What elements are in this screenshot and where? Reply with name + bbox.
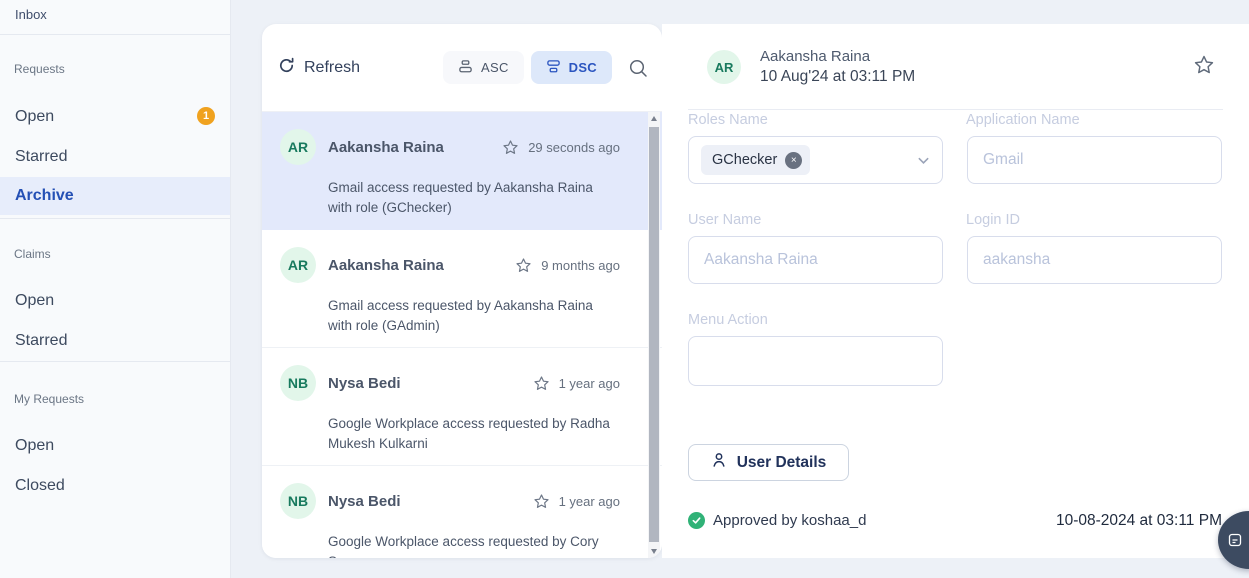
app-root: Inbox Requests Open 1 Starred Archive Cl… [0,0,1249,578]
request-description: Gmail access requested by Aakansha Raina… [328,296,620,336]
avatar: NB [280,483,316,519]
avatar: AR [280,129,316,165]
star-icon[interactable] [502,139,519,156]
user-details-button[interactable]: User Details [688,444,849,481]
user-name-label: User Name [688,212,761,228]
sidebar-section-my-requests: My Requests [0,391,230,407]
request-detail-panel: AR Aakansha Raina 10 Aug'24 at 03:11 PM … [662,24,1249,558]
requester-name: Aakansha Raina [328,139,502,156]
login-id-label: Login ID [966,212,1020,228]
menu-action-field[interactable] [688,336,943,386]
request-list-item[interactable]: AR Aakansha Raina 9 months ago Gmail acc… [262,230,662,348]
star-icon[interactable] [533,493,550,510]
refresh-icon [278,57,295,79]
request-time: 29 seconds ago [528,140,620,155]
application-name-field-box [967,136,1222,184]
request-time: 9 months ago [541,258,620,273]
application-name-label: Application Name [966,112,1080,128]
refresh-label: Refresh [304,59,360,77]
requester-name: Aakansha Raina [328,257,515,274]
search-icon[interactable] [628,58,648,78]
sort-dsc-icon [546,59,561,77]
scrollbar-thumb[interactable] [649,127,659,542]
request-time: 1 year ago [559,376,620,391]
request-list-panel: Refresh ASC D [262,24,662,558]
approval-status: Approved by koshaa_d [688,512,866,529]
sidebar-item-requests-archive[interactable]: Archive [0,177,230,215]
sidebar-section-claims: Claims [0,246,230,262]
role-chip-label: GChecker [712,152,777,168]
application-name-input[interactable] [968,137,1221,183]
avatar: AR [280,247,316,283]
role-chip: GChecker [701,145,810,175]
star-icon[interactable] [533,375,550,392]
requester-name: Nysa Bedi [328,493,533,510]
refresh-button[interactable]: Refresh [278,57,360,79]
request-description: Google Workplace access requested by Cor… [328,532,620,558]
scroll-down-arrow[interactable] [648,544,660,558]
user-icon [711,452,727,473]
user-name-input[interactable] [689,237,942,283]
roles-name-label: Roles Name [688,112,768,128]
divider [688,109,1223,110]
sidebar-item-claims-starred[interactable]: Starred [0,327,230,355]
open-count-badge[interactable]: 1 [197,107,215,125]
sort-asc-label: ASC [481,60,509,75]
request-list-item[interactable]: NB Nysa Bedi 1 year ago Google Workplace… [262,348,662,466]
sidebar-item-requests-open[interactable]: Open [0,103,230,131]
list-toolbar: Refresh ASC D [262,24,662,112]
sidebar-item-my-requests-closed[interactable]: Closed [0,472,230,500]
sidebar-section-requests: Requests [0,61,230,77]
divider [0,361,230,362]
sidebar-item-inbox[interactable]: Inbox [0,0,230,34]
sidebar-item-requests-starred[interactable]: Starred [0,143,230,171]
star-icon[interactable] [515,257,532,274]
avatar: AR [707,50,741,84]
chevron-down-icon [917,154,930,167]
approved-by-text: Approved by koshaa_d [713,512,866,529]
sort-asc-button[interactable]: ASC [443,51,524,84]
user-name-field-box [688,236,943,284]
divider [0,218,230,219]
star-icon[interactable] [1193,54,1215,81]
sidebar-item-claims-open[interactable]: Open [0,287,230,315]
list-scrollbar[interactable] [648,112,660,558]
avatar: NB [280,365,316,401]
login-id-field-box [967,236,1222,284]
sidebar-item-my-requests-open[interactable]: Open [0,432,230,460]
login-id-input[interactable] [968,237,1221,283]
requester-name: Nysa Bedi [328,375,533,392]
detail-requester-name: Aakansha Raina [760,48,870,65]
request-list-item[interactable]: NB Nysa Bedi 1 year ago Google Workplace… [262,466,662,558]
sort-dsc-button[interactable]: DSC [531,51,612,84]
sidebar: Inbox Requests Open 1 Starred Archive Cl… [0,0,231,578]
menu-action-label: Menu Action [688,312,768,328]
sort-asc-icon [458,59,473,77]
scroll-up-arrow[interactable] [648,112,660,126]
user-details-label: User Details [737,454,827,472]
sort-dsc-label: DSC [569,60,597,75]
divider [0,34,230,35]
request-list-item[interactable]: AR Aakansha Raina 29 seconds ago Gmail a… [262,112,662,230]
request-description: Google Workplace access requested by Rad… [328,414,620,454]
request-time: 1 year ago [559,494,620,509]
request-list: AR Aakansha Raina 29 seconds ago Gmail a… [262,112,662,558]
sort-toggle: ASC DSC [443,51,612,84]
detail-request-datetime: 10 Aug'24 at 03:11 PM [760,68,915,86]
approved-datetime: 10-08-2024 at 03:11 PM [1056,512,1222,530]
remove-role-icon[interactable] [785,152,802,169]
check-circle-icon [688,512,705,529]
roles-name-select[interactable]: GChecker [688,136,943,184]
request-description: Gmail access requested by Aakansha Raina… [328,178,620,218]
